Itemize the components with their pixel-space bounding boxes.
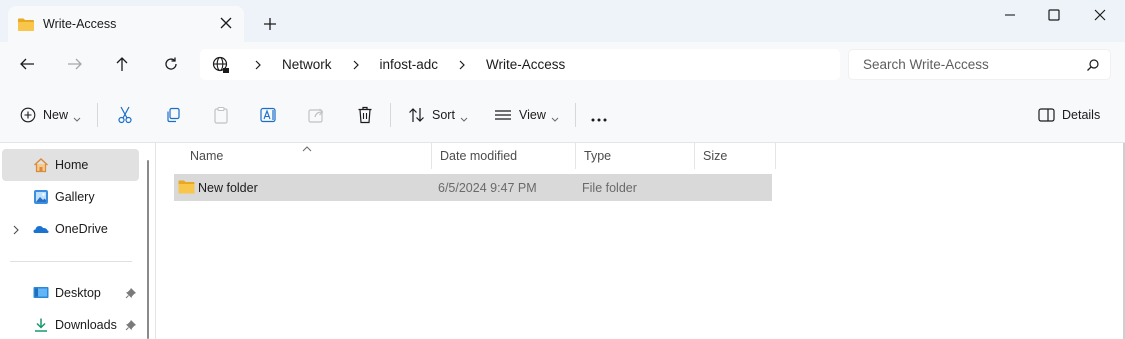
sidebar-divider: [10, 261, 132, 262]
more-options-button[interactable]: [590, 105, 608, 125]
sort-arrows-icon: [408, 107, 425, 123]
new-label: New: [43, 108, 69, 122]
search-icon[interactable]: [1086, 58, 1100, 72]
navigation-pane: Home Gallery OneDrive Desktop Downloads: [0, 143, 148, 339]
view-label: View: [519, 108, 546, 122]
file-type: File folder: [582, 180, 637, 195]
clipboard-icon: [213, 106, 229, 124]
more-ellipsis-icon: [590, 112, 608, 122]
sidebar-item-desktop[interactable]: Desktop: [2, 277, 139, 309]
title-bar: Write-Access: [0, 0, 1125, 42]
breadcrumb-network[interactable]: Network: [272, 57, 342, 72]
details-pane-icon: [1038, 108, 1055, 122]
new-tab-icon[interactable]: [262, 16, 278, 32]
back-arrow-icon[interactable]: [16, 54, 38, 74]
network-globe-icon: [212, 56, 230, 74]
navigation-bar: Network infost-adc Write-Access Search W…: [0, 42, 1125, 87]
chevron-down-icon: [551, 112, 559, 122]
chevron-down-icon: [73, 112, 81, 122]
sidebar-item-label: Gallery: [55, 190, 95, 204]
address-bar[interactable]: Network infost-adc Write-Access: [200, 49, 840, 80]
tab-write-access[interactable]: Write-Access: [8, 6, 244, 42]
sidebar-item-label: OneDrive: [55, 222, 108, 236]
downloads-icon: [33, 317, 49, 333]
column-header-row: Name Date modified Type Size: [174, 143, 776, 169]
delete-button[interactable]: [357, 105, 373, 125]
minimize-icon[interactable]: [1000, 6, 1020, 24]
sidebar-item-label: Desktop: [55, 286, 101, 300]
chevron-right-icon[interactable]: [244, 60, 272, 70]
gallery-icon: [33, 189, 49, 205]
pin-icon[interactable]: [125, 319, 137, 331]
toolbar-divider: [97, 103, 98, 127]
chevron-right-icon[interactable]: [342, 60, 370, 70]
sidebar-item-onedrive[interactable]: OneDrive: [2, 213, 139, 245]
sort-button[interactable]: Sort: [408, 105, 468, 125]
trash-icon: [357, 106, 373, 124]
search-placeholder: Search Write-Access: [863, 57, 989, 72]
sidebar-item-home[interactable]: Home: [2, 149, 139, 181]
sort-label: Sort: [432, 108, 455, 122]
rename-button[interactable]: [260, 105, 278, 125]
add-circle-icon: [20, 107, 36, 123]
rename-icon: [260, 107, 278, 123]
home-icon: [33, 157, 49, 173]
column-header-name[interactable]: Name: [182, 143, 432, 169]
details-label: Details: [1062, 108, 1101, 122]
up-arrow-icon[interactable]: [111, 54, 133, 74]
column-header-type[interactable]: Type: [576, 143, 695, 169]
new-button[interactable]: New: [20, 105, 81, 125]
cut-button[interactable]: [117, 105, 133, 125]
list-view-icon: [494, 108, 512, 122]
toolbar-divider: [575, 103, 576, 127]
share-button[interactable]: [308, 105, 326, 125]
search-input[interactable]: Search Write-Access: [848, 49, 1111, 80]
close-tab-icon[interactable]: [218, 15, 234, 31]
close-window-icon[interactable]: [1090, 6, 1110, 24]
maximize-icon[interactable]: [1044, 6, 1064, 24]
details-button[interactable]: Details: [1038, 105, 1100, 125]
command-bar: New Sort View Details: [0, 87, 1125, 143]
chevron-right-icon[interactable]: [12, 224, 20, 235]
share-icon: [308, 107, 326, 123]
tab-title: Write-Access: [43, 17, 117, 31]
forward-arrow-icon[interactable]: [64, 54, 86, 74]
pane-splitter[interactable]: [155, 143, 156, 339]
column-header-size[interactable]: Size: [695, 143, 776, 169]
refresh-icon[interactable]: [160, 54, 182, 74]
pin-icon[interactable]: [125, 287, 137, 299]
copy-icon: [165, 107, 181, 123]
chevron-down-icon: [460, 112, 468, 122]
sidebar-scrollbar[interactable]: [147, 160, 149, 339]
column-header-date-modified[interactable]: Date modified: [432, 143, 576, 169]
file-name[interactable]: New folder: [198, 174, 258, 201]
sidebar-item-gallery[interactable]: Gallery: [2, 181, 139, 213]
sidebar-item-label: Home: [55, 158, 89, 172]
desktop-icon: [33, 285, 49, 301]
sidebar-item-downloads[interactable]: Downloads: [2, 309, 139, 339]
toolbar-divider: [390, 103, 391, 127]
chevron-right-icon[interactable]: [448, 60, 476, 70]
breadcrumb-write-access[interactable]: Write-Access: [476, 57, 575, 72]
view-button[interactable]: View: [494, 105, 559, 125]
copy-button[interactable]: [165, 105, 181, 125]
breadcrumb-infost-adc[interactable]: infost-adc: [370, 57, 449, 72]
paste-button[interactable]: [213, 105, 229, 125]
table-row[interactable]: New folder 6/5/2024 9:47 PM File folder: [174, 174, 772, 201]
folder-icon: [17, 17, 35, 32]
sidebar-item-label: Downloads: [55, 318, 117, 332]
file-date-modified: 6/5/2024 9:47 PM: [438, 180, 537, 195]
folder-icon: [178, 180, 195, 194]
onedrive-icon: [33, 221, 49, 237]
scissors-icon: [117, 106, 133, 124]
